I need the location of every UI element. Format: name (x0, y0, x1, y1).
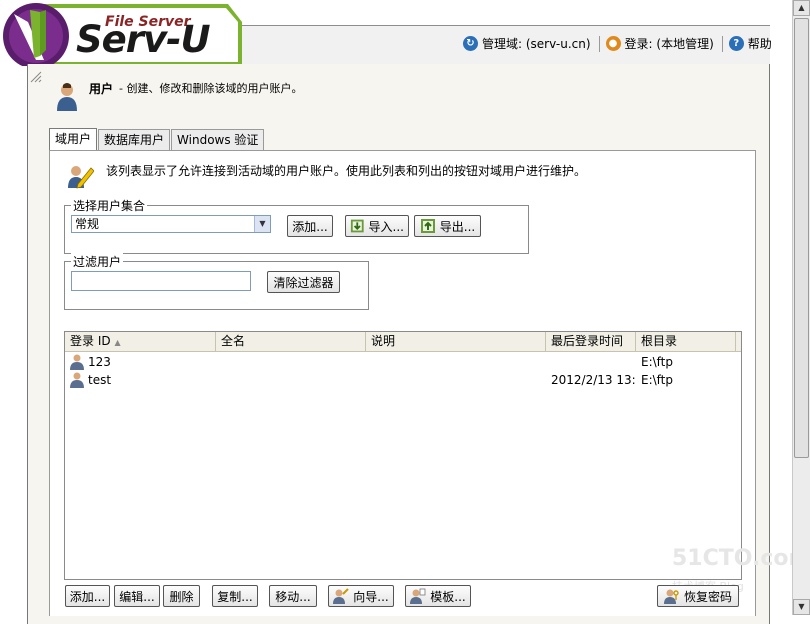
user-icon: ● (605, 36, 621, 51)
help-icon: ? (728, 36, 744, 51)
tab-domain-users[interactable]: 域用户 (49, 128, 98, 150)
column-header-last-login[interactable]: 最后登录时间 (546, 332, 636, 351)
export-icon (420, 219, 435, 233)
tab-database-users[interactable]: 数据库用户 (98, 129, 171, 150)
user-icon (70, 354, 84, 370)
column-header-login-id[interactable]: 登录 ID ▲ (65, 332, 216, 351)
recover-password-button[interactable]: 恢复密码 (657, 585, 739, 607)
add-collection-button[interactable]: 添加... (287, 215, 333, 237)
login-id-text: test (88, 373, 112, 387)
header-links: ↻ 管理域: (serv-u.cn) ● 登录: (本地管理) ? 帮助 (463, 35, 778, 52)
header-divider (721, 35, 723, 52)
column-header-login-id-label: 登录 ID (70, 334, 111, 348)
cell-login-id: 123 (65, 353, 216, 371)
wizard-button[interactable]: 向导... (328, 585, 394, 607)
template-icon (410, 588, 426, 604)
add-user-button[interactable]: 添加... (65, 585, 110, 607)
help-link[interactable]: ? 帮助 (728, 35, 772, 52)
cell-last-login (546, 353, 636, 371)
scroll-up-icon[interactable]: ▲ (793, 0, 810, 16)
resize-grip-icon[interactable] (29, 70, 43, 84)
filter-input[interactable] (71, 271, 251, 291)
tab-bar: 域用户 数据库用户 Windows 验证 (49, 128, 265, 150)
info-row: 该列表显示了允许连接到活动域的用户账户。使用此列表和列出的按钮对域用户进行维护。 (66, 162, 586, 190)
user-collection-select[interactable]: 常规 ▼ (71, 215, 271, 233)
info-text: 该列表显示了允许连接到活动域的用户账户。使用此列表和列出的按钮对域用户进行维护。 (106, 164, 587, 178)
import-label: 导入... (368, 219, 404, 234)
logo-serv-u-text: Serv-U (76, 18, 211, 61)
user-icon (57, 83, 77, 111)
template-label: 模板... (430, 589, 466, 604)
cell-description (366, 353, 546, 371)
import-button[interactable]: 导入... (345, 215, 409, 237)
login-id-text: 123 (88, 355, 111, 369)
page-heading: 用户 - 创建、修改和删除该域的用户账户。 (56, 80, 303, 111)
manage-domain-link[interactable]: ↻ 管理域: (serv-u.cn) (463, 35, 591, 52)
globe-icon: ↻ (463, 36, 478, 51)
wizard-label: 向导... (353, 589, 389, 604)
page-title: 用户 (89, 82, 114, 96)
manage-domain-label: 管理域: (serv-u.cn) (482, 37, 591, 51)
template-button[interactable]: 模板... (405, 585, 471, 607)
cell-description (366, 371, 546, 389)
login-link[interactable]: ● 登录: (本地管理) (605, 35, 714, 52)
page-description: - 创建、修改和删除该域的用户账户。 (119, 82, 303, 95)
edit-user-button[interactable]: 编辑... (114, 585, 160, 607)
column-header-root[interactable]: 根目录 (636, 332, 736, 351)
move-user-button[interactable]: 移动... (269, 585, 317, 607)
sort-ascending-icon: ▲ (114, 338, 121, 347)
column-header-full-name[interactable]: 全名 (216, 332, 366, 351)
cell-full-name (216, 371, 366, 389)
clear-filter-button[interactable]: 清除过滤器 (267, 271, 340, 293)
help-label: 帮助 (747, 37, 772, 51)
users-table: 登录 ID ▲ 全名 说明 最后登录时间 根目录 123 E:\ftp test (64, 331, 742, 580)
user-collection-selected: 常规 (75, 217, 100, 231)
copy-user-button[interactable]: 复制... (212, 585, 258, 607)
login-label: 登录: (本地管理) (624, 37, 714, 51)
table-row[interactable]: 123 E:\ftp (65, 353, 741, 371)
export-label: 导出... (439, 219, 476, 234)
wizard-icon (333, 588, 349, 604)
column-header-description[interactable]: 说明 (366, 332, 546, 351)
export-button[interactable]: 导出... (414, 215, 481, 237)
cell-full-name (216, 353, 366, 371)
vertical-scrollbar[interactable]: ▲ ▼ (792, 0, 810, 615)
scrollbar-thumb[interactable] (794, 18, 809, 458)
user-collection-legend: 选择用户集合 (71, 197, 148, 214)
edit-user-icon (68, 166, 94, 189)
delete-user-button[interactable]: 删除 (163, 585, 200, 607)
scroll-down-icon[interactable]: ▼ (793, 599, 810, 615)
recover-password-icon (663, 589, 679, 604)
filter-legend: 过滤用户 (71, 253, 124, 270)
table-row[interactable]: test 2012/2/13 13:... E:\ftp (65, 371, 741, 389)
import-icon (350, 219, 364, 233)
cell-last-login: 2012/2/13 13:... (551, 373, 636, 387)
cell-root: E:\ftp (641, 373, 674, 387)
tab-windows-auth[interactable]: Windows 验证 (171, 129, 265, 150)
cell-login-id: test (65, 371, 216, 389)
chevron-down-icon[interactable]: ▼ (254, 216, 270, 232)
user-icon (70, 372, 84, 388)
header: File Server Serv-U ↻ 管理域: (serv-u.cn) ● … (0, 0, 810, 66)
cell-root: E:\ftp (641, 355, 674, 369)
recover-password-label: 恢复密码 (683, 589, 732, 604)
table-header: 登录 ID ▲ 全名 说明 最后登录时间 根目录 (65, 332, 741, 352)
header-divider (598, 35, 600, 52)
watermark-text: 51CTO.com (672, 546, 810, 571)
